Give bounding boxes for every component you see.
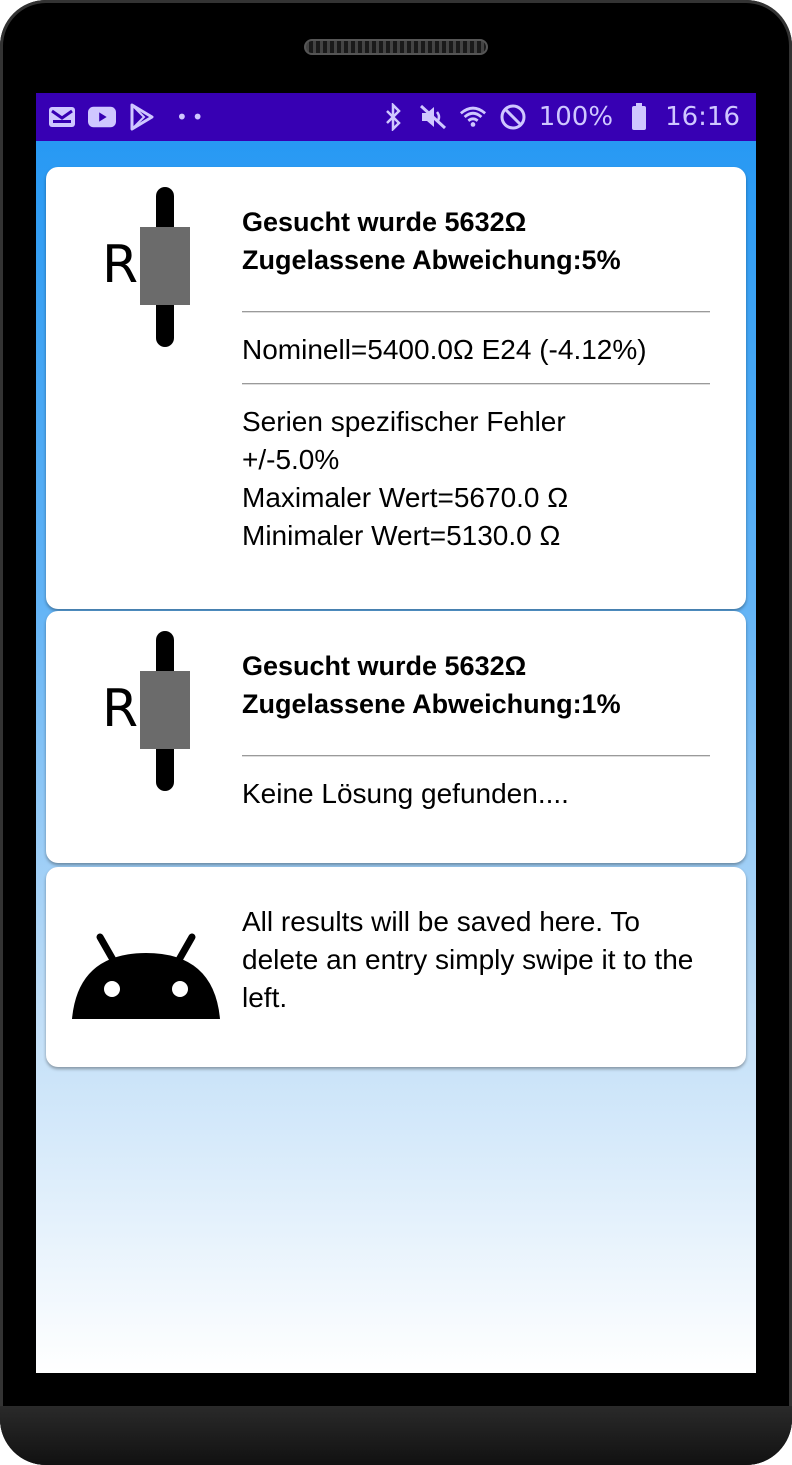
- result-card[interactable]: R Gesucht wurde 5632Ω Zugelassene Abweic…: [46, 167, 746, 609]
- series-error-value: +/-5.0%: [242, 444, 340, 475]
- nominal-value: Nominell=5400.0Ω E24 (-4.12%): [242, 334, 647, 365]
- divider: [242, 311, 710, 313]
- battery-icon: [625, 103, 653, 131]
- mute-icon: [419, 103, 447, 131]
- tolerance: Zugelassene Abweichung:1%: [242, 689, 621, 719]
- more-notifications-icon: ••: [176, 105, 208, 129]
- divider: [242, 383, 710, 385]
- search-value: Gesucht wurde 5632Ω: [242, 207, 527, 237]
- info-card[interactable]: All results will be saved here. To delet…: [46, 867, 746, 1067]
- divider: [242, 755, 710, 757]
- max-value: Maximaler Wert=5670.0 Ω: [242, 482, 569, 513]
- series-error-label: Serien spezifischer Fehler: [242, 406, 566, 437]
- youtube-icon: [88, 103, 116, 131]
- status-bar: •• 100% 16:16: [36, 93, 756, 141]
- info-text: All results will be saved here. To delet…: [242, 906, 694, 1013]
- result-card[interactable]: R Gesucht wurde 5632Ω Zugelassene Abweic…: [46, 611, 746, 863]
- bottom-bezel: [0, 1406, 792, 1465]
- tolerance: Zugelassene Abweichung:5%: [242, 245, 621, 275]
- resistor-body: [140, 227, 190, 305]
- resistor-letter: R: [102, 679, 139, 739]
- android-icon: [72, 933, 220, 1019]
- mail-icon: [48, 103, 76, 131]
- resistor-letter: R: [102, 235, 139, 295]
- bluetooth-icon: [379, 103, 407, 131]
- no-solution-message: Keine Lösung gefunden....: [242, 778, 569, 809]
- wifi-icon: [459, 103, 487, 131]
- resistor-icon: R: [96, 187, 206, 347]
- resistor-icon: R: [96, 631, 206, 791]
- app-screen: •• 100% 16:16 R Gesucht wurde 5632Ω Zuge…: [36, 93, 756, 1373]
- phone-frame: •• 100% 16:16 R Gesucht wurde 5632Ω Zuge…: [0, 0, 792, 1465]
- speaker-grille: [304, 39, 488, 55]
- battery-percentage: 100%: [538, 102, 614, 132]
- search-value: Gesucht wurde 5632Ω: [242, 651, 527, 681]
- play-store-icon: [128, 103, 156, 131]
- min-value: Minimaler Wert=5130.0 Ω: [242, 520, 561, 551]
- clock: 16:16: [665, 102, 740, 132]
- do-not-disturb-icon: [499, 103, 527, 131]
- resistor-body: [140, 671, 190, 749]
